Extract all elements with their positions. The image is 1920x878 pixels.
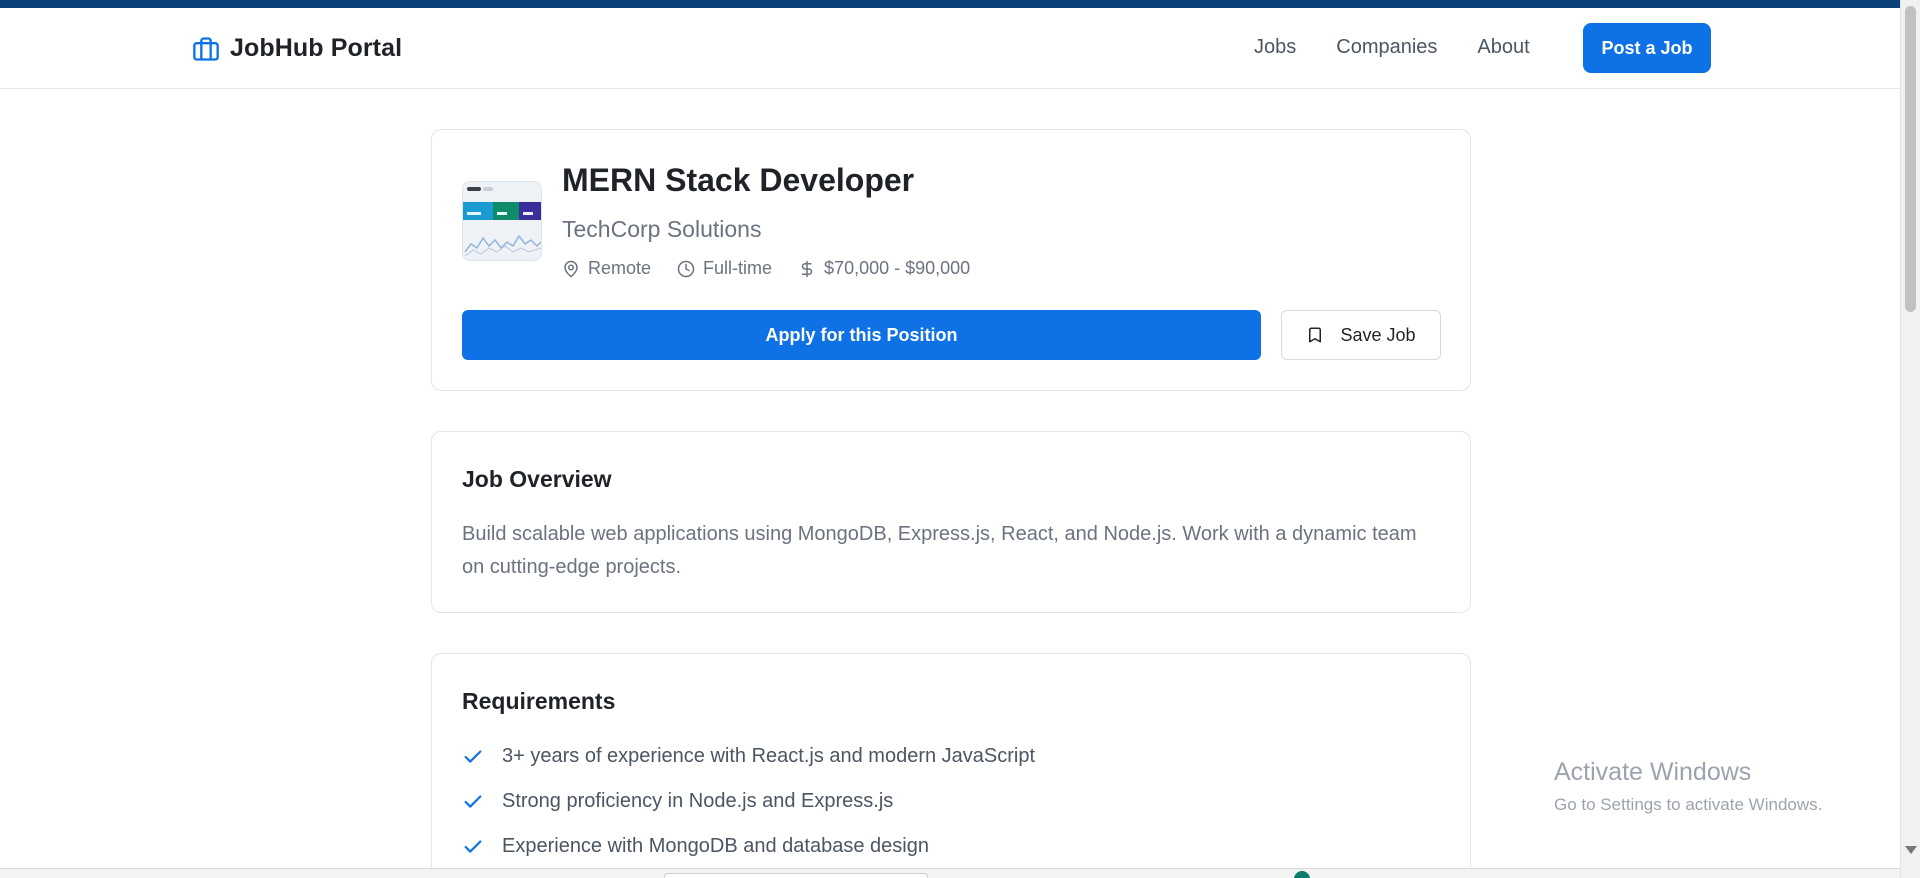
page-scrollbar[interactable] [1900,0,1920,878]
watermark-title: Activate Windows [1554,758,1752,786]
top-accent-strip [0,0,1900,8]
activate-windows-watermark: Activate Windows Go to Settings to activ… [1554,758,1822,815]
nav-link-companies[interactable]: Companies [1336,36,1437,59]
job-overview-card: Job Overview Build scalable web applicat… [431,431,1471,613]
overview-text: Build scalable web applications using Mo… [462,523,1417,578]
salary-meta: $70,000 - $90,000 [798,258,970,279]
save-job-label: Save Job [1340,324,1416,345]
job-type-meta: Full-time [677,258,772,279]
check-icon [464,839,482,853]
top-navbar: JobHub Portal Jobs Companies About Post … [0,8,1900,89]
apply-button[interactable]: Apply for this Position [462,310,1261,360]
nav-links: Jobs Companies About [1254,36,1530,59]
list-item: Strong proficiency in Node.js and Expres… [462,779,1035,824]
job-title: MERN Stack Developer [562,162,915,198]
job-type-text: Full-time [703,258,773,278]
company-logo [462,181,542,261]
watermark-subtitle: Go to Settings to activate Windows. [1554,795,1823,814]
dollar-sign-icon [801,260,813,277]
location-meta: Remote [562,258,651,279]
post-job-button[interactable]: Post a Job [1583,23,1711,73]
scroll-down-arrow-icon[interactable] [1905,846,1917,854]
taskbar-strip [0,868,1900,878]
requirement-text: Experience with MongoDB and database des… [502,835,929,857]
salary-text: $70,000 - $90,000 [824,258,971,278]
location-text: Remote [588,258,652,278]
brand[interactable]: JobHub Portal [192,34,402,63]
taskbar-search-pill[interactable] [664,873,928,878]
requirement-text: Strong proficiency in Node.js and Expres… [502,790,894,812]
list-item: 3+ years of experience with React.js and… [462,734,1035,779]
bookmark-icon [1309,327,1322,343]
job-meta: Remote Full-time $70,000 - $90,000 [562,258,970,279]
check-icon [464,794,482,808]
requirements-card: Requirements 3+ years of experience with… [431,653,1471,878]
map-pin-icon [564,260,578,277]
nav-link-jobs[interactable]: Jobs [1254,36,1296,59]
clock-icon [677,260,695,277]
brand-name: JobHub Portal [230,34,403,62]
check-icon [464,749,482,763]
save-job-button[interactable]: Save Job [1281,310,1441,360]
overview-heading: Job Overview [462,466,612,492]
scrollbar-thumb[interactable] [1905,6,1916,312]
requirements-heading: Requirements [462,688,616,714]
job-header-card: MERN Stack Developer TechCorp Solutions … [431,129,1471,391]
briefcase-icon [193,36,219,61]
requirements-list: 3+ years of experience with React.js and… [462,734,1035,869]
company-name[interactable]: TechCorp Solutions [562,216,761,243]
taskbar-app-icon[interactable] [1294,871,1310,878]
requirement-text: 3+ years of experience with React.js and… [502,745,1036,767]
list-item: Experience with MongoDB and database des… [462,824,1035,869]
nav-link-about[interactable]: About [1477,36,1529,59]
